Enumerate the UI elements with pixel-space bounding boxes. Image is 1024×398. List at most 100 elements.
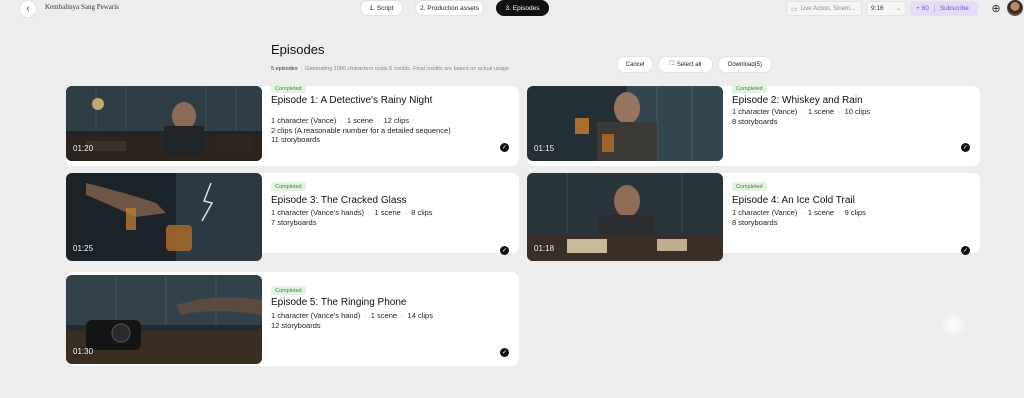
download-button[interactable]: Download(5) — [718, 56, 772, 73]
separator-dot: · — [364, 311, 367, 320]
scene-count: 1 scene — [370, 311, 398, 320]
separator-dot: · — [838, 208, 841, 217]
episode-details: 1 character (Vance) · 1 scene · 9 clips 8 st… — [732, 208, 866, 227]
episode-duration: 01:20 — [73, 144, 94, 153]
clip-count: 14 clips — [407, 311, 433, 320]
character-count: 1 character (Vance's hand) — [271, 311, 361, 320]
sparkle-decoration — [938, 310, 968, 340]
episode-title: Episode 5: The Ringing Phone — [271, 297, 407, 308]
style-select-value: Live Action, Sinem... — [800, 5, 855, 12]
episode-stats: 1 character (Vance) · 1 scene · 9 clips — [732, 208, 866, 218]
scene-count: 1 scene — [807, 107, 835, 116]
tab-script[interactable]: 1. Script — [360, 0, 403, 16]
selected-check-icon[interactable]: ✓ — [500, 246, 509, 255]
selected-check-icon[interactable]: ✓ — [500, 348, 509, 357]
separator-dot: · — [401, 311, 404, 320]
aspect-ratio-value: 9:16 — [871, 5, 884, 12]
episode-card-1[interactable]: 01:20 Completed Episode 1: A Detective's… — [66, 84, 519, 166]
separator-dot: · — [838, 107, 841, 116]
chevron-left-icon: ‹ — [26, 3, 30, 14]
clip-count: 8 clips — [411, 208, 433, 217]
episode-title: Episode 1: A Detective's Rainy Night — [271, 95, 433, 106]
separator-dot: · — [404, 208, 408, 217]
separator-dot: · — [368, 208, 371, 217]
separator-dot: · — [340, 116, 343, 125]
episode-title: Episode 3: The Cracked Glass — [271, 195, 407, 206]
chevron-down-icon: ⌄ — [895, 6, 901, 12]
episode-thumbnail[interactable]: 01:30 — [66, 275, 262, 364]
select-all-label: Select all — [676, 61, 702, 68]
status-badge: Completed — [732, 182, 767, 191]
separator-dot: · — [801, 107, 804, 116]
episode-duration: 01:15 — [534, 144, 555, 153]
style-select[interactable]: ▭ Live Action, Sinem... — [786, 1, 862, 16]
clip-count: 10 clips — [844, 107, 871, 116]
episode-card-4[interactable]: 01:18 Completed Episode 4: An Ice Cold T… — [527, 173, 980, 261]
back-button[interactable]: ‹ — [20, 1, 36, 17]
scene-count: 1 scene — [346, 116, 374, 125]
project-title: Kembalinya Sang Pewaris — [45, 3, 119, 11]
storyboard-count: 8 storyboards — [732, 217, 778, 227]
film-icon: ▭ — [791, 5, 798, 13]
episode-title: Episode 4: An Ice Cold Trail — [732, 195, 855, 206]
episode-card-2[interactable]: 01:15 Completed Episode 2: Whiskey and R… — [527, 84, 980, 166]
episode-card-3[interactable]: 01:25 Completed Episode 3: The Cracked G… — [66, 173, 519, 261]
scene-count: 1 scene — [374, 208, 401, 217]
episode-duration: 01:18 — [534, 244, 555, 253]
episode-duration: 01:25 — [73, 244, 94, 253]
episode-thumbnail[interactable]: 01:15 — [527, 86, 723, 161]
status-badge: Completed — [732, 84, 767, 93]
episode-thumbnail[interactable]: 01:20 — [66, 86, 262, 161]
cost-credits: 6 — [389, 66, 393, 72]
top-bar: ‹ Kembalinya Sang Pewaris 1. Script 2. P… — [0, 0, 1024, 18]
separator-dot: · — [801, 208, 804, 217]
subscribe-button[interactable]: Subscribe — [935, 5, 974, 12]
tab-production-assets[interactable]: 2. Production assets — [415, 0, 484, 16]
status-badge: Completed — [271, 286, 306, 295]
cancel-button[interactable]: Cancel — [617, 56, 653, 73]
step-tabs: 1. Script 2. Production assets 3. Episod… — [360, 0, 549, 17]
episode-details: 1 character (Vance) · 1 scene · 10 clips 8 s… — [732, 107, 870, 126]
meta-divider: | — [300, 66, 303, 72]
clip-count: 9 clips — [844, 208, 866, 217]
select-all-button[interactable]: ⛶ Select all — [658, 56, 713, 73]
episode-details: 1 character (Vance's hands) · 1 scene · 8 cl… — [271, 208, 433, 227]
episode-thumbnail[interactable]: 01:25 — [66, 173, 262, 261]
storyboard-count: 11 storyboards — [271, 135, 321, 145]
avatar[interactable] — [1007, 0, 1023, 16]
status-badge: Completed — [271, 182, 306, 191]
episode-stats: 1 character (Vance's hand) · 1 scene · 14 cl… — [271, 311, 433, 321]
aspect-ratio-select[interactable]: 9:16 ⌄ — [866, 1, 906, 16]
character-count: 1 character (Vance) — [732, 208, 798, 217]
episode-stats: 1 character (Vance's hands) · 1 scene · 8 cl… — [271, 208, 433, 218]
tab-episodes[interactable]: 3. Episodes — [496, 0, 549, 16]
selected-check-icon[interactable]: ✓ — [961, 143, 970, 152]
episode-title: Episode 2: Whiskey and Rain — [732, 95, 863, 106]
extra-note: 2 clips (A reasonable number for a detai… — [271, 125, 451, 135]
episode-details: 1 character (Vance's hand) · 1 scene · 14 cl… — [271, 311, 433, 330]
episode-thumbnail[interactable]: 01:18 — [527, 173, 723, 261]
episode-stats: 1 character (Vance) · 1 scene · 10 clips — [732, 107, 870, 117]
separator-dot: · — [377, 116, 380, 125]
credits-word: credits. — [393, 66, 412, 72]
storyboard-count: 8 storyboards — [732, 116, 778, 126]
credits-subscribe-pill[interactable]: + 60 Subscribe — [910, 1, 978, 16]
clip-count: 12 clips — [383, 116, 410, 125]
translate-icon[interactable]: ⊕ — [989, 2, 1003, 16]
selected-check-icon[interactable]: ✓ — [961, 246, 970, 255]
storyboard-count: 12 storyboards — [271, 320, 321, 330]
episodes-meta: 5 episodes | Generating 1080 characters co… — [271, 66, 511, 72]
page-title: Episodes — [271, 42, 325, 57]
storyboard-count: 7 storyboards — [271, 217, 317, 227]
episode-card-5[interactable]: 01:30 Completed Episode 5: The Ringing P… — [66, 272, 519, 366]
final-note: Final credits are based on actual usage. — [412, 66, 511, 72]
credits-count: + 60 — [916, 5, 929, 12]
episode-stats: 1 character (Vance) · 1 scene · 12 clips — [271, 116, 451, 126]
scene-count: 1 scene — [807, 208, 835, 217]
cost-note: Generating 1080 characters costs — [305, 66, 388, 72]
status-badge: Completed — [271, 84, 306, 93]
episode-details: 1 character (Vance) · 1 scene · 12 clips 2 c… — [271, 116, 451, 145]
selected-check-icon[interactable]: ✓ — [500, 143, 509, 152]
character-count: 1 character (Vance) — [732, 107, 798, 116]
character-count: 1 character (Vance) — [271, 116, 337, 125]
